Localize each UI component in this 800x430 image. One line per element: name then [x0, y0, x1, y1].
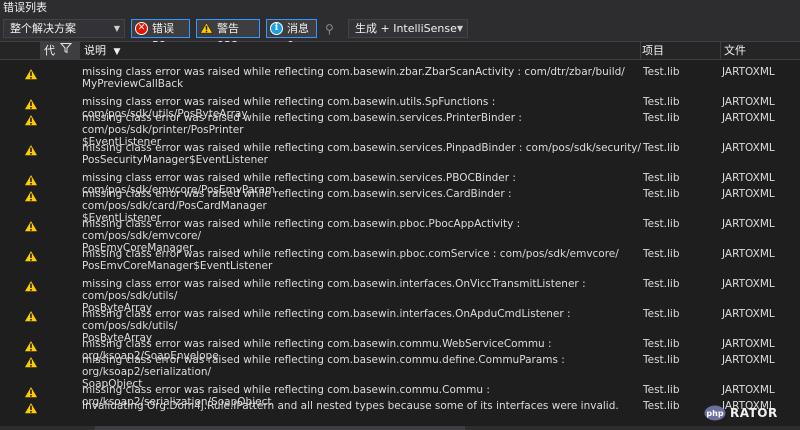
row-project: Test.lib: [643, 354, 680, 366]
table-row[interactable]: missing class error was raised while ref…: [0, 96, 800, 120]
column-file[interactable]: 文件: [724, 42, 746, 59]
row-file: JARTOXML: [722, 96, 775, 108]
row-file: JARTOXML: [722, 278, 775, 290]
table-row[interactable]: missing class error was raised while ref…: [0, 384, 800, 408]
table-row[interactable]: missing class error was raised while ref…: [0, 308, 800, 344]
row-project: Test.lib: [643, 112, 680, 124]
warning-icon: [23, 355, 39, 368]
row-file: JARTOXML: [722, 248, 775, 260]
warning-icon: [23, 189, 39, 202]
build-source-select[interactable]: 生成 + IntelliSense ▼: [348, 19, 468, 38]
row-file: JARTOXML: [722, 188, 775, 200]
row-file: JARTOXML: [722, 384, 775, 396]
warning-icon: [23, 339, 39, 352]
row-description: missing class error was raised while ref…: [82, 248, 619, 272]
row-project: Test.lib: [643, 172, 680, 184]
chevron-down-icon: ▼: [113, 24, 120, 33]
row-project: Test.lib: [643, 218, 680, 230]
column-project[interactable]: 项目: [642, 42, 664, 59]
column-description-label: 说明: [84, 44, 106, 57]
watermark: php RATOR: [704, 404, 796, 422]
scope-select-value: 整个解决方案: [10, 22, 76, 35]
error-list-title: 错误列表: [0, 0, 800, 16]
error-list-toolbar: 整个解决方案 ▼ ✕ 错误 59 警告 938 i 消息 0 ⚲ 生成 + In…: [0, 16, 800, 52]
scrollbar-thumb[interactable]: [95, 426, 465, 430]
row-file: JARTOXML: [722, 218, 775, 230]
table-row[interactable]: missing class error was raised while ref…: [0, 354, 800, 390]
row-description: missing class error was raised while ref…: [82, 142, 642, 166]
row-file: JARTOXML: [722, 172, 775, 184]
watermark-text: RATOR: [730, 406, 778, 420]
warning-icon: [23, 143, 39, 156]
warning-icon: [23, 219, 39, 232]
svg-text:php: php: [706, 409, 723, 418]
error-list-rows: missing class error was raised while ref…: [0, 60, 800, 430]
warning-icon: [23, 67, 39, 80]
sort-down-icon: ▼: [113, 47, 121, 57]
build-filter-icon[interactable]: ⚲: [325, 22, 339, 36]
row-file: JARTOXML: [722, 142, 775, 154]
column-code[interactable]: 代: [40, 42, 80, 59]
warnings-filter-button[interactable]: 警告 938: [196, 19, 260, 52]
table-row[interactable]: missing class error was raised while ref…: [0, 278, 800, 314]
table-row[interactable]: missing class error was raised while ref…: [0, 112, 800, 148]
row-file: JARTOXML: [722, 112, 775, 124]
table-row[interactable]: missing class error was raised while ref…: [0, 188, 800, 224]
messages-filter-button[interactable]: i 消息 0: [266, 19, 317, 52]
error-icon: ✕: [135, 22, 148, 35]
filter-icon[interactable]: [59, 42, 73, 59]
row-project: Test.lib: [643, 400, 680, 412]
build-source-value: 生成 + IntelliSense: [355, 22, 457, 35]
row-project: Test.lib: [643, 308, 680, 320]
row-project: Test.lib: [643, 188, 680, 200]
table-row[interactable]: missing class error was raised while ref…: [0, 218, 800, 254]
row-project: Test.lib: [643, 278, 680, 290]
row-file: JARTOXML: [722, 308, 775, 320]
table-row[interactable]: missing class error was raised while ref…: [0, 66, 800, 94]
row-project: Test.lib: [643, 384, 680, 396]
row-project: Test.lib: [643, 66, 680, 78]
warning-icon: [23, 249, 39, 262]
warning-icon: [23, 385, 39, 398]
warning-icon: [23, 309, 39, 322]
row-description: missing class error was raised while ref…: [82, 66, 625, 90]
warning-icon: [23, 97, 39, 110]
info-icon: i: [270, 22, 283, 35]
column-project-label: 项目: [642, 44, 664, 57]
table-row[interactable]: missing class error was raised while ref…: [0, 172, 800, 196]
row-file: JARTOXML: [722, 354, 775, 366]
chevron-down-icon: ▼: [456, 24, 463, 33]
table-row[interactable]: missing class error was raised while ref…: [0, 142, 800, 170]
table-row[interactable]: Invalidating Org.Dom4j.Rule.IPattern and…: [0, 400, 800, 414]
warning-icon: [23, 113, 39, 126]
scope-select[interactable]: 整个解决方案 ▼: [3, 19, 125, 38]
table-row[interactable]: missing class error was raised while ref…: [0, 248, 800, 276]
row-project: Test.lib: [643, 96, 680, 108]
errors-filter-button[interactable]: ✕ 错误 59: [131, 19, 190, 52]
row-project: Test.lib: [643, 248, 680, 260]
row-description: Invalidating Org.Dom4j.Rule.IPattern and…: [82, 400, 619, 412]
column-divider[interactable]: [640, 42, 641, 59]
row-file: JARTOXML: [722, 66, 775, 78]
column-file-label: 文件: [724, 44, 746, 57]
row-project: Test.lib: [643, 142, 680, 154]
warning-icon: [23, 279, 39, 292]
column-header: 代 说明 ▼ 项目 文件: [0, 42, 800, 60]
warning-icon: [23, 401, 39, 414]
php-logo-icon: php: [704, 405, 726, 421]
table-row[interactable]: missing class error was raised while ref…: [0, 338, 800, 362]
column-description[interactable]: 说明 ▼: [84, 42, 120, 61]
horizontal-scrollbar[interactable]: [0, 426, 800, 430]
warning-icon: [23, 173, 39, 186]
warning-icon: [199, 22, 214, 35]
column-code-label: 代: [44, 44, 55, 57]
row-project: Test.lib: [643, 338, 680, 350]
row-file: JARTOXML: [722, 338, 775, 350]
column-divider[interactable]: [720, 42, 721, 59]
